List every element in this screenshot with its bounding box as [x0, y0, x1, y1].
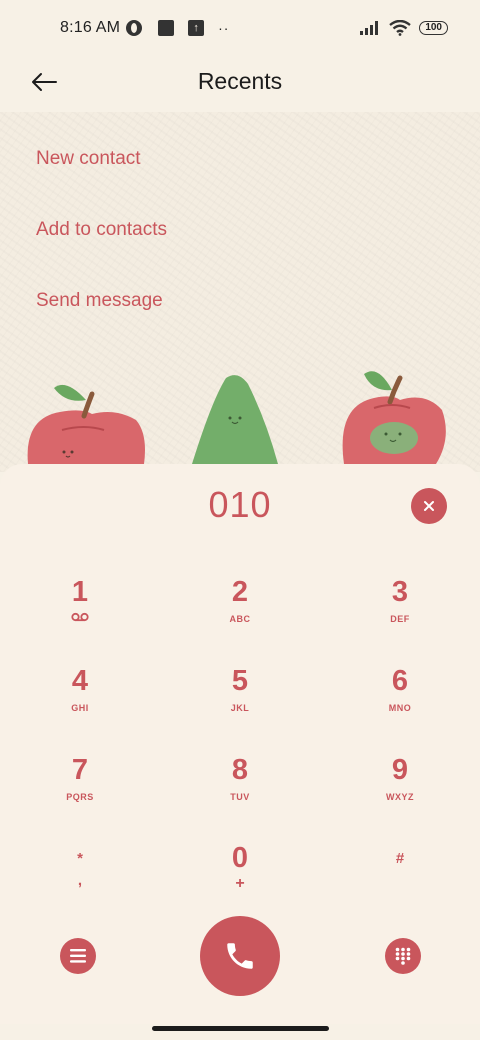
key-5[interactable]: 5 JKL	[180, 665, 300, 737]
key-6[interactable]: 6 MNO	[340, 665, 460, 737]
clear-button[interactable]	[411, 488, 447, 524]
key-1[interactable]: 1	[20, 576, 140, 648]
key-digit: 9	[391, 754, 409, 786]
key-letters: MNO	[388, 703, 412, 713]
close-icon	[424, 501, 434, 511]
key-hash[interactable]: #	[340, 848, 460, 920]
dialpad-toggle-button[interactable]	[385, 938, 421, 974]
call-button[interactable]	[200, 916, 280, 996]
key-3[interactable]: 3 DEF	[340, 576, 460, 648]
key-digit: 8	[231, 754, 249, 786]
fruit-illustration	[27, 371, 446, 464]
key-7[interactable]: 7 PQRS	[20, 754, 140, 826]
phone-icon	[227, 943, 253, 969]
battery-icon: 100	[419, 21, 448, 35]
home-indicator[interactable]	[152, 1026, 329, 1031]
dialpad-icon	[395, 947, 411, 965]
new-contact-option[interactable]: New contact	[36, 148, 141, 170]
page-title: Recents	[197, 68, 283, 94]
key-9[interactable]: 9 WXYZ	[340, 754, 460, 826]
key-4[interactable]: 4 GHI	[20, 665, 140, 737]
key-letters: ,	[77, 872, 83, 889]
key-digit: 4	[71, 665, 89, 697]
key-2[interactable]: 2 ABC	[180, 576, 300, 648]
vpn-icon	[126, 20, 143, 36]
status-left: 8:16 AM ↑ ··	[60, 19, 229, 37]
green-cone-icon	[192, 375, 278, 464]
dialpad-panel: 010 1 2 ABC 3 DEF 4 GHI 5 JKL 6 MNO 7 PQ…	[0, 464, 480, 1024]
key-digit: *	[77, 850, 83, 867]
status-bar: 8:16 AM ↑ ·· 100	[0, 0, 480, 56]
send-message-option[interactable]: Send message	[36, 290, 163, 312]
square-icon	[158, 20, 175, 36]
key-letters: PQRS	[66, 792, 94, 802]
key-letters: GHI	[71, 703, 89, 713]
signal-icon	[360, 21, 379, 35]
key-letters: JKL	[230, 703, 250, 713]
menu-button[interactable]	[60, 938, 96, 974]
key-letters: ABC	[229, 614, 251, 624]
dialed-number[interactable]: 010	[0, 484, 480, 526]
key-digit: 0	[231, 842, 249, 874]
apple-left-icon	[27, 384, 146, 464]
key-digit: #	[395, 850, 405, 867]
menu-icon	[70, 949, 86, 963]
header: Recents	[0, 56, 480, 108]
key-letters: WXYZ	[386, 792, 414, 802]
key-digit: 3	[391, 576, 409, 608]
key-digit: 1	[71, 576, 89, 608]
key-0[interactable]: 0 +	[180, 842, 300, 914]
status-right: 100	[359, 20, 448, 36]
key-digit: 5	[231, 665, 249, 697]
key-star[interactable]: * ,	[20, 848, 140, 920]
upload-icon: ↑	[188, 20, 205, 36]
status-time: 8:16 AM	[60, 19, 121, 36]
key-8[interactable]: 8 TUV	[180, 754, 300, 826]
more-notifications-icon: ··	[218, 20, 230, 36]
key-letters: DEF	[390, 614, 410, 624]
wifi-icon	[389, 20, 412, 36]
key-digit: 2	[231, 576, 249, 608]
apple-right-icon	[342, 371, 446, 464]
key-digit: 6	[391, 665, 409, 697]
key-letters: TUV	[230, 792, 250, 802]
key-letters: +	[235, 875, 245, 892]
voicemail-icon	[71, 612, 89, 622]
add-to-contacts-option[interactable]: Add to contacts	[36, 219, 167, 241]
key-digit: 7	[71, 754, 89, 786]
